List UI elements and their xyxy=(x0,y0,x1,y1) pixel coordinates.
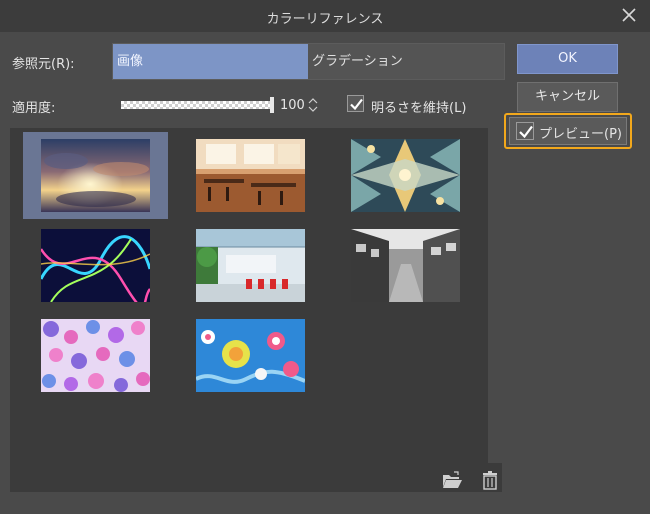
preview-toggle[interactable]: プレビュー(P) xyxy=(509,117,627,145)
thumbnail-monochrome-street[interactable] xyxy=(351,229,460,302)
trash-icon[interactable] xyxy=(479,470,501,490)
thumbnail-kaleidoscope-pattern[interactable] xyxy=(351,139,460,212)
thumbnail-sunset-clouds[interactable] xyxy=(41,139,150,212)
opacity-slider-track[interactable] xyxy=(121,101,272,109)
thumbnail-cafe-interior[interactable] xyxy=(196,139,305,212)
keep-brightness-label: 明るさを維持(L) xyxy=(371,101,467,116)
opacity-label: 適用度: xyxy=(12,101,56,116)
preview-label: プレビュー(P) xyxy=(539,127,622,142)
thumbnail-item[interactable] xyxy=(23,311,168,398)
check-icon xyxy=(519,125,533,139)
open-folder-icon[interactable] xyxy=(441,470,463,490)
thumbnail-item[interactable] xyxy=(23,132,168,219)
preview-checkbox[interactable] xyxy=(516,122,534,140)
cancel-button[interactable]: キャンセル xyxy=(517,82,618,112)
keep-brightness-checkbox[interactable] xyxy=(347,95,364,112)
reference-label: 参照元(R): xyxy=(12,57,75,72)
thumbnail-item[interactable] xyxy=(178,132,323,219)
thumbnail-watercolor-dots[interactable] xyxy=(41,319,150,392)
thumbnail-modern-lobby[interactable] xyxy=(196,229,305,302)
spinner-icon[interactable] xyxy=(307,96,319,114)
thumbnail-item[interactable] xyxy=(333,132,478,219)
reference-option-image[interactable]: 画像 xyxy=(113,44,308,79)
reference-option-gradient[interactable]: グラデーション xyxy=(308,44,504,79)
title-bar: カラーリファレンス xyxy=(0,0,650,32)
check-icon xyxy=(350,98,363,111)
close-icon[interactable] xyxy=(620,6,638,24)
opacity-slider-handle[interactable] xyxy=(270,97,274,113)
opacity-value[interactable]: 100 xyxy=(280,98,305,113)
opacity-slider[interactable] xyxy=(121,97,274,113)
reference-segmented-control: 画像 グラデーション xyxy=(112,43,505,80)
window-title: カラーリファレンス xyxy=(266,12,384,27)
thumbnail-scrollbar[interactable] xyxy=(488,128,502,463)
thumbnail-item[interactable] xyxy=(178,221,323,308)
thumbnail-item[interactable] xyxy=(23,221,168,308)
ok-button[interactable]: OK xyxy=(517,44,618,74)
thumbnail-item[interactable] xyxy=(178,311,323,398)
thumbnail-japanese-floral-pattern[interactable] xyxy=(196,319,305,392)
thumbnail-neon-swirls[interactable] xyxy=(41,229,150,302)
thumbnail-item[interactable] xyxy=(333,221,478,308)
